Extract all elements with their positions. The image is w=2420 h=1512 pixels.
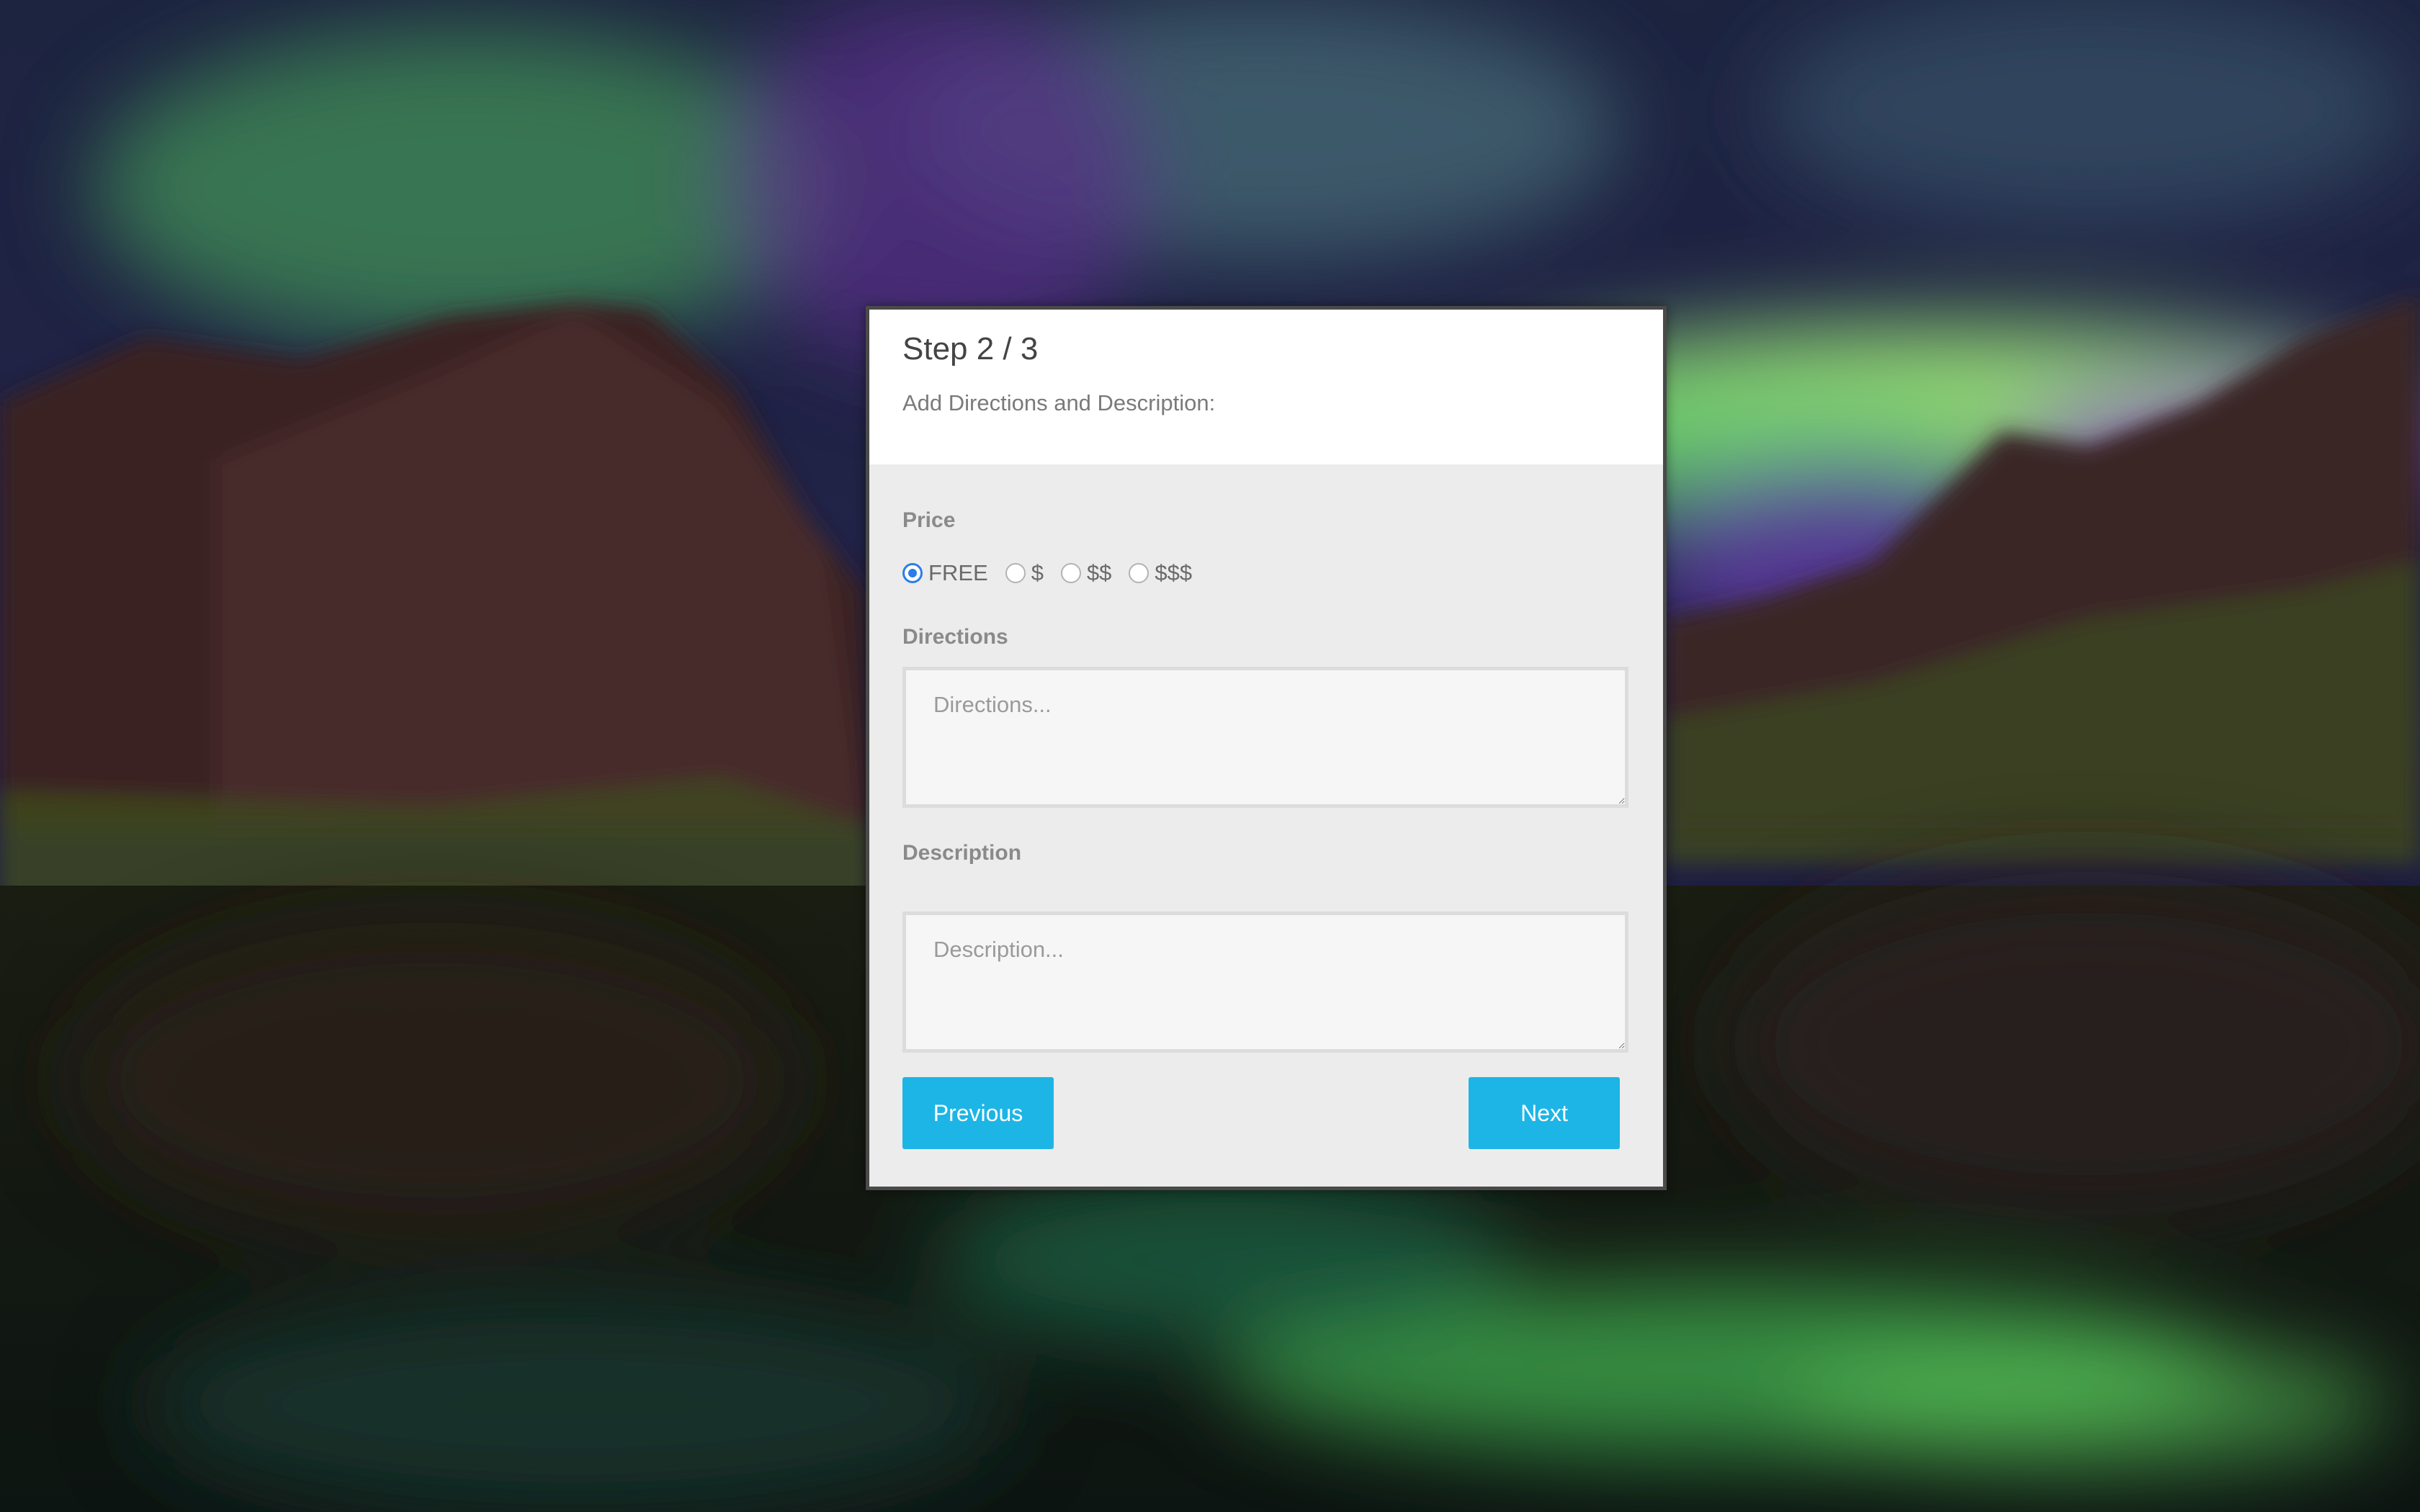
- price-option-3[interactable]: $$$: [1129, 560, 1192, 586]
- radio-1[interactable]: [1005, 563, 1026, 583]
- previous-button[interactable]: Previous: [902, 1077, 1054, 1149]
- step-title: Step 2 / 3: [902, 331, 1039, 366]
- price-option-label: $$: [1086, 560, 1112, 585]
- description-textarea[interactable]: [902, 912, 1628, 1053]
- price-option-free[interactable]: FREE: [902, 560, 988, 586]
- price-option-label: $$$: [1155, 560, 1193, 585]
- description-label: Description: [902, 841, 1022, 865]
- price-option-2[interactable]: $$: [1060, 560, 1112, 586]
- directions-textarea[interactable]: [902, 667, 1628, 808]
- price-label: Price: [902, 508, 956, 532]
- directions-label: Directions: [902, 625, 1008, 649]
- price-option-1[interactable]: $: [1005, 560, 1044, 586]
- radio-3[interactable]: [1129, 563, 1150, 583]
- form-header: Step 2 / 3 Add Directions and Descriptio…: [869, 310, 1663, 464]
- radio-2[interactable]: [1060, 563, 1081, 583]
- form-card: Step 2 / 3 Add Directions and Descriptio…: [866, 306, 1667, 1190]
- price-radio-group: FREE $ $$ $$$: [902, 556, 1209, 590]
- next-button[interactable]: Next: [1469, 1077, 1620, 1149]
- step-subtitle: Add Directions and Description:: [902, 390, 1216, 415]
- radio-free[interactable]: [902, 563, 923, 583]
- price-option-label: $: [1031, 560, 1044, 585]
- price-option-label: FREE: [928, 560, 988, 585]
